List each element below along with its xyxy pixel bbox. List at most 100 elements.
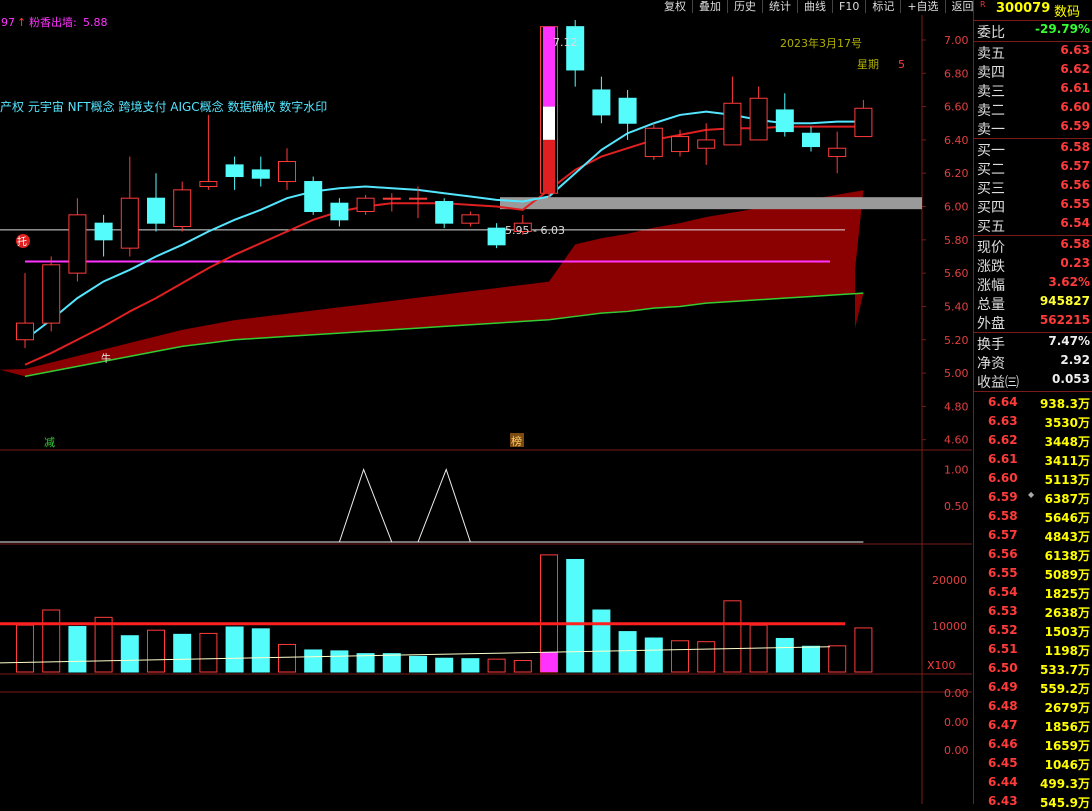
candle-body — [304, 181, 323, 213]
up-arrow: ↑ — [17, 16, 26, 29]
bid-value: 6.58 — [1060, 140, 1090, 154]
stat-label: 涨跌 — [977, 259, 1005, 275]
orderbook-row[interactable]: 6.55 5089万 — [974, 564, 1092, 583]
stat-value: 6.58 — [1060, 237, 1090, 251]
volume-bar — [644, 637, 663, 673]
price-axis-label: 5.20 — [944, 334, 969, 347]
volume-bar — [461, 658, 480, 673]
orderbook-row[interactable]: 6.54 1825万 — [974, 583, 1092, 602]
r-mark: R — [980, 0, 986, 9]
orderbook-row[interactable]: 6.61 3411万 — [974, 450, 1092, 469]
stat2-label: 收益㈢ — [977, 375, 1019, 391]
stock-name: 数码 — [1054, 5, 1081, 20]
orderbook-row[interactable]: 6.46 1659万 — [974, 735, 1092, 754]
bid-value: 6.56 — [1060, 178, 1090, 192]
candle-body — [435, 201, 454, 224]
toolbar-history-button[interactable]: 历史 — [727, 0, 762, 13]
ask-label: 卖四 — [977, 65, 1005, 81]
orderbook-price: 6.52 — [988, 623, 1018, 637]
orderbook-row[interactable]: 6.50 533.7万 — [974, 659, 1092, 678]
orderbook-row[interactable]: 6.63 3530万 — [974, 412, 1092, 431]
toolbar-mark-button[interactable]: 标记 — [865, 0, 900, 13]
ask-label: 卖三 — [977, 84, 1005, 100]
orderbook-row[interactable]: 6.45 1046万 — [974, 754, 1092, 773]
orderbook-price: 6.60 — [988, 471, 1018, 485]
stock-code[interactable]: 300079 — [996, 1, 1050, 16]
candle-body — [382, 197, 401, 200]
divider — [974, 138, 1092, 139]
weekday-value: 5 — [898, 58, 905, 71]
ask-row: 卖四 6.62 — [974, 62, 1092, 81]
orderbook-qty: 1198万 — [1044, 644, 1090, 658]
price-axis-label: 6.80 — [944, 67, 969, 80]
orderbook-qty: 533.7万 — [1040, 663, 1090, 677]
orderbook-row[interactable]: 6.56 6138万 — [974, 545, 1092, 564]
orderbook-row[interactable]: 6.52 1503万 — [974, 621, 1092, 640]
orderbook-row[interactable]: 6.58 5646万 — [974, 507, 1092, 526]
ask-value: 6.61 — [1060, 81, 1090, 95]
bid-label: 买五 — [977, 219, 1005, 235]
toolbar-stats-button[interactable]: 统计 — [762, 0, 797, 13]
candle-body — [487, 227, 506, 246]
stat2-row: 收益㈢ 0.053 — [974, 372, 1092, 391]
orderbook-row[interactable]: 6.47 1856万 — [974, 716, 1092, 735]
orderbook-row[interactable]: 6.64 938.3万 — [974, 393, 1092, 412]
stat-label: 涨幅 — [977, 278, 1005, 294]
toolbar-add-watchlist-button[interactable]: +自选 — [900, 0, 944, 13]
orderbook-row[interactable]: 6.44 499.3万 — [974, 773, 1092, 792]
candle-body — [278, 161, 296, 183]
candle-body — [671, 136, 689, 153]
date-label: 2023年3月17号 — [780, 36, 862, 50]
bid-row: 买五 6.54 — [974, 216, 1092, 235]
ask-label: 卖二 — [977, 103, 1005, 119]
orderbook-row[interactable]: 6.62 3448万 — [974, 431, 1092, 450]
bid-value: 6.55 — [1060, 197, 1090, 211]
ask-row: 卖二 6.60 — [974, 100, 1092, 119]
orderbook-price: 6.54 — [988, 585, 1018, 599]
candle-body — [644, 127, 663, 158]
volume-bar — [356, 653, 375, 673]
orderbook-price: 6.61 — [988, 452, 1018, 466]
toolbar-f10-button[interactable]: F10 — [832, 0, 865, 13]
orderbook-price: 6.59 — [988, 490, 1018, 504]
volume-bar — [68, 626, 87, 673]
volume-bar — [382, 653, 401, 673]
orderbook-row[interactable]: 6.49 559.2万 — [974, 678, 1092, 697]
toolbar-fuquan-button[interactable]: 复权 — [658, 0, 692, 13]
chart-background — [0, 0, 972, 804]
bottom-axis-label: 0.00 — [944, 716, 969, 729]
stat2-row: 净资 2.92 — [974, 353, 1092, 372]
orderbook-row[interactable]: 6.43 545.9万 — [974, 792, 1092, 811]
ask-value: 6.63 — [1060, 43, 1090, 57]
volume-bar — [592, 609, 611, 673]
stat2-value: 7.47% — [1048, 334, 1090, 348]
orderbook-qty: 559.2万 — [1040, 682, 1090, 696]
indicator-axis-label: 0.50 — [944, 500, 969, 513]
bottom-axis-label: 0.00 — [944, 744, 969, 757]
orderbook-price: 6.51 — [988, 642, 1018, 656]
stat-label: 外盘 — [977, 316, 1005, 332]
candle-body — [723, 102, 742, 146]
orderbook-row[interactable]: 6.53 2638万 — [974, 602, 1092, 621]
candle-body — [147, 197, 165, 224]
orderbook-price: 6.63 — [988, 414, 1018, 428]
grey-band — [500, 197, 922, 210]
ask-row: 卖五 6.63 — [974, 43, 1092, 62]
candle-body — [749, 97, 768, 141]
quote-panel: R 300079 数码 委比 -29.79% 卖五 6.63 卖四 6.62 卖三 6.61 卖… — [973, 0, 1092, 810]
orderbook-row[interactable]: 6.57 4843万 — [974, 526, 1092, 545]
orderbook-price: 6.46 — [988, 737, 1018, 751]
divider — [974, 41, 1092, 42]
orderbook-row[interactable]: 6.59 ◆ 6387万 — [974, 488, 1092, 507]
toolbar-overlay-button[interactable]: 叠加 — [692, 0, 727, 13]
ask-value: 6.59 — [1060, 119, 1090, 133]
stat-row: 涨幅 3.62% — [974, 275, 1092, 294]
orderbook-row[interactable]: 6.60 5113万 — [974, 469, 1092, 488]
divider — [974, 20, 1092, 21]
orderbook-qty: 1046万 — [1044, 758, 1090, 772]
toolbar-curve-button[interactable]: 曲线 — [797, 0, 832, 13]
orderbook-row[interactable]: 6.51 1198万 — [974, 640, 1092, 659]
kline-chart[interactable]: 7.00 6.80 6.60 6.40 6.20 6.00 5.80 5.60 5.40 5.20… — [0, 0, 972, 804]
stat-value: 945827 — [1039, 294, 1090, 308]
orderbook-row[interactable]: 6.48 2679万 — [974, 697, 1092, 716]
